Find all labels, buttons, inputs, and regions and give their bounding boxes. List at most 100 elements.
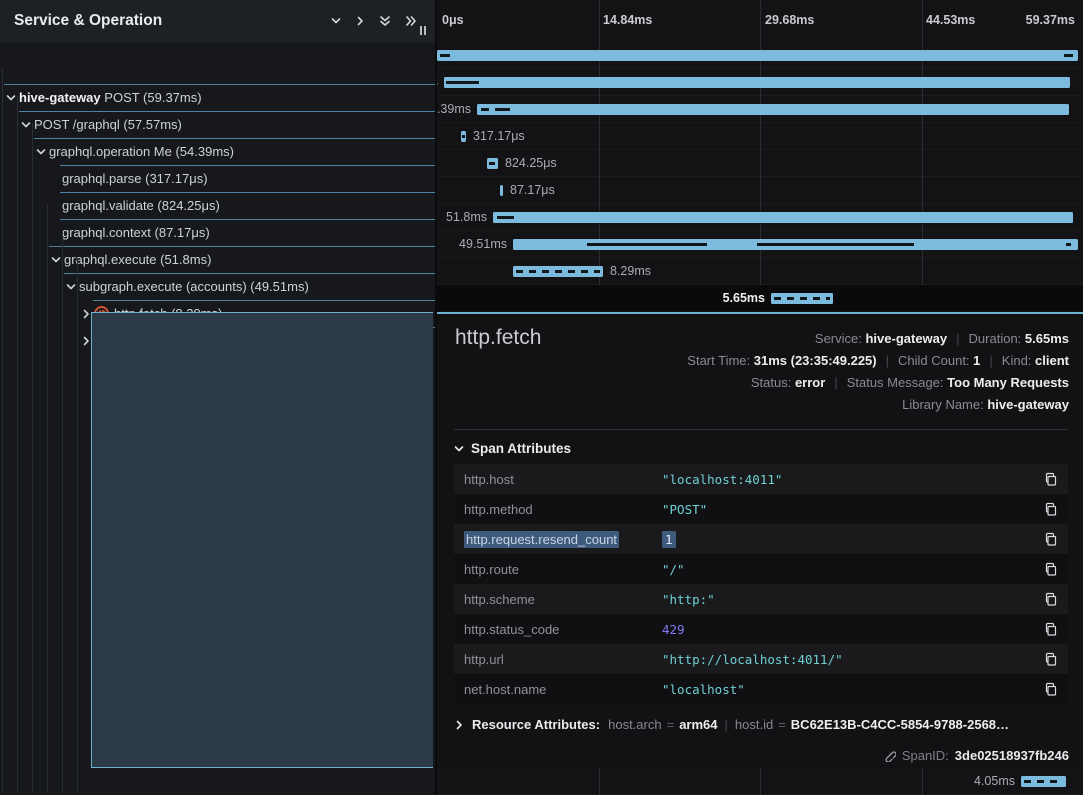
- copy-icon[interactable]: [1044, 622, 1058, 636]
- attribute-value: 1: [662, 532, 1044, 547]
- timeline-row[interactable]: [437, 42, 1083, 69]
- bar-child-mark: [481, 108, 489, 111]
- span-tree-row[interactable]: hive-gateway POST (59.37ms): [0, 84, 435, 111]
- timeline-row[interactable]: 49.51ms: [437, 231, 1083, 258]
- span-duration-bar[interactable]: [513, 266, 603, 277]
- attribute-row[interactable]: http.method"POST": [454, 494, 1068, 524]
- resource-attributes-row[interactable]: Resource Attributes: host.arch=arm64|hos…: [454, 717, 1009, 732]
- double-chevron-right-icon[interactable]: [405, 15, 417, 27]
- meta-separator: |: [886, 353, 889, 368]
- chevron-down-icon[interactable]: [36, 147, 46, 157]
- meta-label: Start Time:: [687, 353, 753, 368]
- chevron-down-icon[interactable]: [6, 93, 16, 103]
- chevron-down-icon[interactable]: [51, 255, 61, 265]
- span-duration-bar[interactable]: [444, 77, 1070, 88]
- attribute-row[interactable]: http.host"localhost:4011": [454, 464, 1068, 494]
- attribute-row[interactable]: net.host.name"localhost": [454, 674, 1068, 704]
- timeline-row[interactable]: 317.17μs: [437, 123, 1083, 150]
- attribute-key: http.route: [464, 562, 662, 577]
- span-detail-panel: http.fetch Service: hive-gateway|Duratio…: [437, 312, 1083, 768]
- meta-value: hive-gateway: [987, 397, 1069, 412]
- span-label: graphql.operation Me (54.39ms): [49, 138, 234, 165]
- bar-child-mark: [462, 135, 465, 138]
- span-tree-row[interactable]: subgraph.execute (accounts) (49.51ms): [0, 273, 435, 300]
- meta-label: Duration:: [969, 331, 1025, 346]
- timeline-row[interactable]: 87.17μs: [437, 177, 1083, 204]
- link-icon[interactable]: [883, 749, 896, 762]
- copy-icon[interactable]: [1044, 652, 1058, 666]
- span-tree-row[interactable]: POST /graphql (57.57ms): [0, 111, 435, 138]
- attribute-value: "localhost:4011": [662, 472, 1044, 487]
- span-id-row: SpanID: 3de02518937fb246: [883, 748, 1069, 763]
- attribute-key: net.host.name: [464, 682, 662, 697]
- tree-header-title: Service & Operation: [14, 12, 162, 30]
- meta-separator: |: [989, 353, 992, 368]
- attribute-value: 429: [662, 622, 1044, 637]
- timeline-row[interactable]: 54.39ms: [437, 96, 1083, 123]
- span-attributes-section-header[interactable]: Span Attributes: [454, 441, 571, 456]
- span-duration-bar[interactable]: [771, 293, 833, 304]
- span-duration-bar[interactable]: [487, 158, 498, 169]
- meta-value: hive-gateway: [865, 331, 947, 346]
- tree-header: Service & Operation: [0, 0, 435, 42]
- chevron-down-icon[interactable]: [331, 16, 341, 26]
- span-tree-row[interactable]: graphql.parse (317.17μs): [0, 165, 435, 192]
- timeline-tick-label: 59.37ms: [1026, 13, 1075, 27]
- detail-meta-line: Start Time: 31ms (23:35:49.225)|Child Co…: [687, 350, 1069, 372]
- attribute-row[interactable]: http.route"/": [454, 554, 1068, 584]
- chevron-right-icon[interactable]: [81, 309, 91, 319]
- timeline-row[interactable]: 4.05ms: [437, 768, 1083, 795]
- chevron-down-icon[interactable]: [66, 282, 76, 292]
- copy-icon[interactable]: [1044, 562, 1058, 576]
- span-tree-row[interactable]: graphql.operation Me (54.39ms): [0, 138, 435, 165]
- timeline-row[interactable]: 824.25μs: [437, 150, 1083, 177]
- meta-separator: |: [834, 375, 837, 390]
- chevron-down-icon[interactable]: [21, 120, 31, 130]
- indent-guide: [47, 204, 48, 793]
- bar-dashed-marks: [1024, 780, 1063, 783]
- span-duration-bar[interactable]: [461, 131, 466, 142]
- resource-value: arm64: [679, 717, 717, 732]
- attribute-row[interactable]: http.request.resend_count1: [454, 524, 1068, 554]
- double-chevron-down-icon[interactable]: [379, 15, 391, 27]
- meta-value: 5.65ms: [1025, 331, 1069, 346]
- span-duration-bar[interactable]: [477, 104, 1069, 115]
- detail-divider: [454, 429, 1068, 430]
- meta-label: Child Count:: [898, 353, 973, 368]
- indent-guide: [2, 69, 3, 793]
- copy-icon[interactable]: [1044, 502, 1058, 516]
- span-duration-bar[interactable]: [437, 50, 1078, 61]
- span-duration-bar[interactable]: [513, 239, 1078, 250]
- bar-duration-label: 49.51ms: [459, 231, 507, 258]
- bar-child-mark: [446, 81, 479, 84]
- copy-icon[interactable]: [1044, 592, 1058, 606]
- attribute-row[interactable]: http.scheme"http:": [454, 584, 1068, 614]
- timeline-row[interactable]: 5.65ms: [437, 285, 1083, 312]
- copy-icon[interactable]: [1044, 472, 1058, 486]
- panel-resize-grip-icon[interactable]: [420, 26, 426, 35]
- timeline-row[interactable]: 8.29ms: [437, 258, 1083, 285]
- copy-icon[interactable]: [1044, 682, 1058, 696]
- span-tree-row[interactable]: graphql.context (87.17μs): [0, 219, 435, 246]
- timeline-row[interactable]: 51.8ms: [437, 204, 1083, 231]
- span-tree-row[interactable]: graphql.validate (824.25μs): [0, 192, 435, 219]
- bar-child-mark: [495, 108, 510, 111]
- span-duration-bar[interactable]: [1021, 776, 1066, 787]
- span-label: graphql.validate (824.25μs): [62, 192, 220, 219]
- chevron-right-icon[interactable]: [81, 336, 91, 346]
- span-duration-bar[interactable]: [493, 212, 1073, 223]
- bar-duration-label: 51.8ms: [446, 204, 487, 231]
- copy-icon[interactable]: [1044, 532, 1058, 546]
- timeline-row[interactable]: 57.57ms: [437, 69, 1083, 96]
- equals-sign: =: [778, 717, 786, 732]
- bar-duration-label: 87.17μs: [510, 177, 555, 204]
- chevron-right-icon[interactable]: [355, 16, 365, 26]
- chevron-down-icon: [454, 444, 464, 454]
- bar-duration-label: 8.29ms: [610, 258, 651, 285]
- indent-guide: [62, 231, 63, 793]
- attribute-row[interactable]: http.status_code429: [454, 614, 1068, 644]
- attribute-row[interactable]: http.url"http://localhost:4011/": [454, 644, 1068, 674]
- bar-duration-label: 317.17μs: [473, 123, 525, 150]
- span-duration-bar[interactable]: [500, 185, 503, 196]
- span-tree-row[interactable]: graphql.execute (51.8ms): [0, 246, 435, 273]
